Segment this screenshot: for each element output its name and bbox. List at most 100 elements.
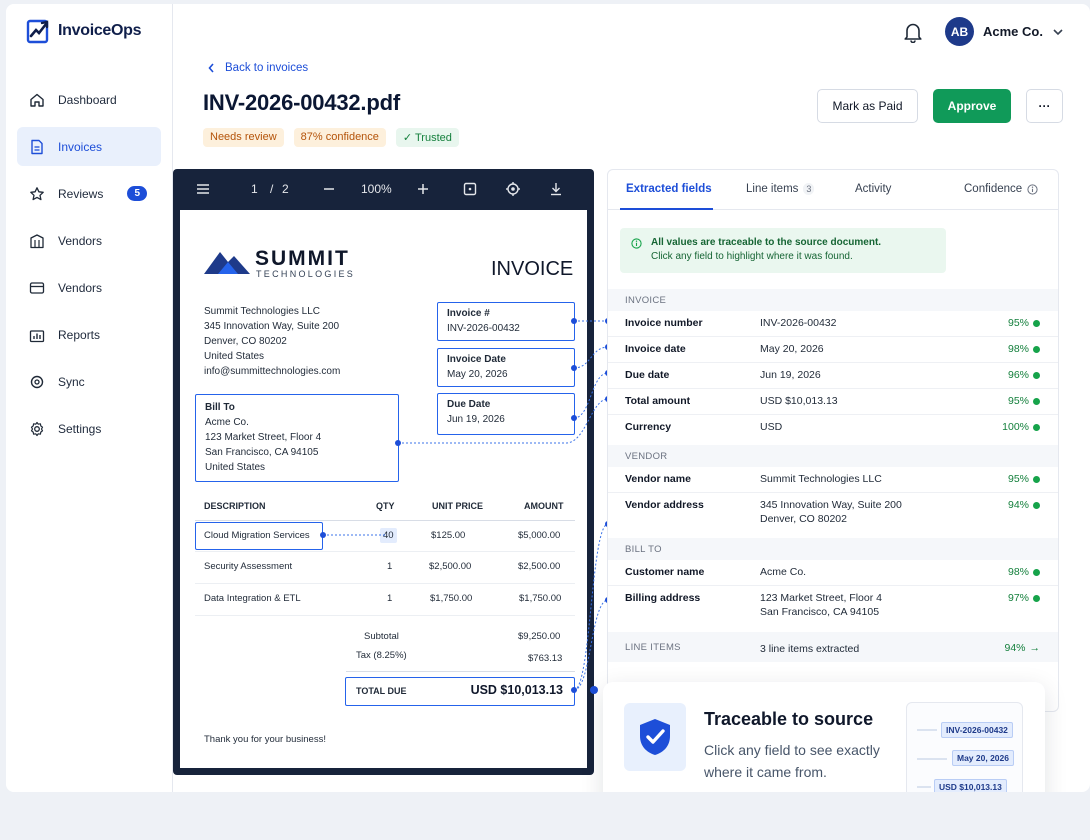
bill-to-box[interactable]: Bill To Acme Co. 123 Market Street, Floo… (195, 394, 399, 482)
field-label[interactable]: Billing address (625, 592, 700, 604)
invoice-number-box[interactable]: Invoice # INV-2026-00432 (437, 302, 575, 341)
sidebar-item-sync[interactable]: Sync (17, 362, 161, 401)
row-divider (195, 615, 575, 616)
field-label[interactable]: Customer name (625, 566, 704, 578)
invoice-number-value: INV-2026-00432 (447, 323, 520, 334)
reviews-count-badge: 5 (127, 186, 147, 201)
app-window: InvoiceOps Dashboard Invoices Reviews 5 … (6, 4, 1090, 792)
current-page[interactable]: 1 (251, 182, 258, 196)
account-menu[interactable]: Acme Co. (983, 24, 1063, 39)
field-value[interactable]: Jun 19, 2026 (760, 368, 821, 382)
sync-icon (30, 375, 44, 388)
total-due-box[interactable]: TOTAL DUE USD $10,013.13 (345, 677, 575, 706)
tab-activity[interactable]: Activity (855, 183, 891, 195)
preview-chip: INV-2026-00432 (941, 722, 1013, 738)
approve-button[interactable]: Approve (933, 89, 1011, 123)
home-icon (30, 93, 44, 107)
callout-body: Click any field to see exactly where it … (704, 742, 880, 780)
field-label[interactable]: Vendor address (625, 499, 704, 511)
tab-extracted-fields[interactable]: Extracted fields (626, 183, 712, 195)
back-label: Back to invoices (225, 62, 309, 74)
confidence-dot-icon (1033, 568, 1040, 576)
field-value[interactable]: Summit Technologies LLC (760, 472, 882, 486)
row-divider (608, 336, 1058, 337)
card-icon (29, 281, 45, 294)
page-separator: / (270, 182, 274, 196)
field-confidence: 95% (1008, 317, 1040, 329)
sidebar-item-dashboard[interactable]: Dashboard (17, 80, 161, 119)
zoom-level[interactable]: 100% (361, 182, 392, 196)
sidebar-item-reviews[interactable]: Reviews 5 (17, 174, 161, 213)
avatar[interactable]: AB (945, 17, 974, 46)
vendor-brand: SUMMIT (255, 247, 350, 270)
check-icon: ✓ (402, 132, 415, 144)
field-label[interactable]: Vendor name (625, 473, 691, 485)
trace-preview: INV-2026-00432 May 20, 2026 USD $10,013.… (906, 702, 1023, 792)
sidebar-item-invoices[interactable]: Invoices (17, 127, 161, 166)
target-icon[interactable] (505, 181, 521, 197)
section-invoice: INVOICE (608, 289, 1058, 311)
field-confidence: 95% (1008, 395, 1040, 407)
field-value[interactable]: INV-2026-00432 (760, 316, 836, 330)
invoice-date-value: May 20, 2026 (447, 369, 508, 380)
menu-icon[interactable] (195, 181, 211, 197)
gear-icon (30, 421, 44, 436)
field-value[interactable]: USD $10,013.13 (760, 394, 838, 408)
mark-as-paid-button[interactable]: Mark as Paid (817, 89, 918, 123)
fit-page-icon[interactable] (462, 181, 478, 197)
line-item-qty[interactable]: 40 (380, 528, 397, 543)
sidebar-item-label: Dashboard (58, 92, 117, 107)
field-confidence: 100% (1002, 421, 1040, 433)
tax-label: Tax (8.25%) (356, 650, 407, 661)
column-amount: AMOUNT (524, 501, 564, 511)
sidebar-item-reports[interactable]: Reports (17, 315, 161, 354)
sidebar-item-label: Reviews (58, 186, 104, 201)
field-value[interactable]: 123 Market Street, Floor 4 San Francisco… (760, 591, 882, 619)
row-divider (195, 551, 575, 552)
field-label[interactable]: Currency (625, 421, 671, 433)
back-link[interactable]: Back to invoices (208, 62, 308, 74)
due-date-box[interactable]: Due Date Jun 19, 2026 (437, 393, 575, 435)
tab-confidence[interactable]: Confidence (964, 183, 1038, 195)
line-items-confidence[interactable]: 94% → (1004, 642, 1040, 654)
sidebar-item-settings[interactable]: Settings (17, 409, 161, 448)
confidence-dot-icon (1033, 423, 1040, 431)
totals-divider (346, 671, 575, 672)
confidence-badge: 87% confidence (293, 128, 386, 147)
zoom-in-icon[interactable] (415, 181, 431, 197)
vendor-address-block[interactable]: Summit Technologies LLC 345 Innovation W… (204, 304, 340, 379)
star-icon (30, 186, 44, 200)
subtotal-value: $9,250.00 (518, 631, 561, 642)
summit-logo-icon (204, 252, 250, 274)
line-items-summary[interactable]: 3 line items extracted (760, 642, 859, 656)
logo-icon (26, 19, 49, 44)
chart-icon (29, 329, 45, 342)
tab-line-items[interactable]: Line items 3 (746, 183, 815, 195)
field-label[interactable]: Total amount (625, 395, 690, 407)
extracted-fields-panel: Extracted fields Line items 3 Activity Co… (607, 169, 1059, 712)
sidebar-item-vendors[interactable]: Vendors (17, 221, 161, 260)
notice-line-2: Click any field to highlight where it wa… (651, 251, 853, 262)
bell-icon[interactable] (903, 21, 923, 43)
row-divider (608, 414, 1058, 415)
field-value[interactable]: Acme Co. (760, 565, 806, 579)
field-label[interactable]: Invoice date (625, 343, 686, 355)
more-options-button[interactable]: ··· (1026, 89, 1063, 123)
chevron-down-icon (1053, 28, 1063, 35)
sidebar-item-vendors-2[interactable]: Vendors (17, 268, 161, 307)
notice-line-1: All values are traceable to the source d… (651, 237, 882, 248)
field-value[interactable]: May 20, 2026 (760, 342, 824, 356)
line-item-unit-price: $125.00 (431, 530, 466, 541)
zoom-out-icon[interactable] (321, 181, 337, 197)
invoice-date-box[interactable]: Invoice Date May 20, 2026 (437, 348, 575, 387)
column-unit-price: UNIT PRICE (432, 501, 484, 511)
field-value[interactable]: USD (760, 420, 782, 434)
app-logo[interactable]: InvoiceOps (26, 17, 142, 44)
field-label[interactable]: Invoice number (625, 317, 703, 329)
field-label[interactable]: Due date (625, 369, 669, 381)
preview-chip: May 20, 2026 (952, 750, 1014, 766)
trusted-badge: ✓ Trusted (395, 128, 459, 147)
field-value[interactable]: 345 Innovation Way, Suite 200 Denver, CO… (760, 498, 902, 526)
building-icon (30, 233, 44, 248)
download-icon[interactable] (548, 181, 564, 197)
